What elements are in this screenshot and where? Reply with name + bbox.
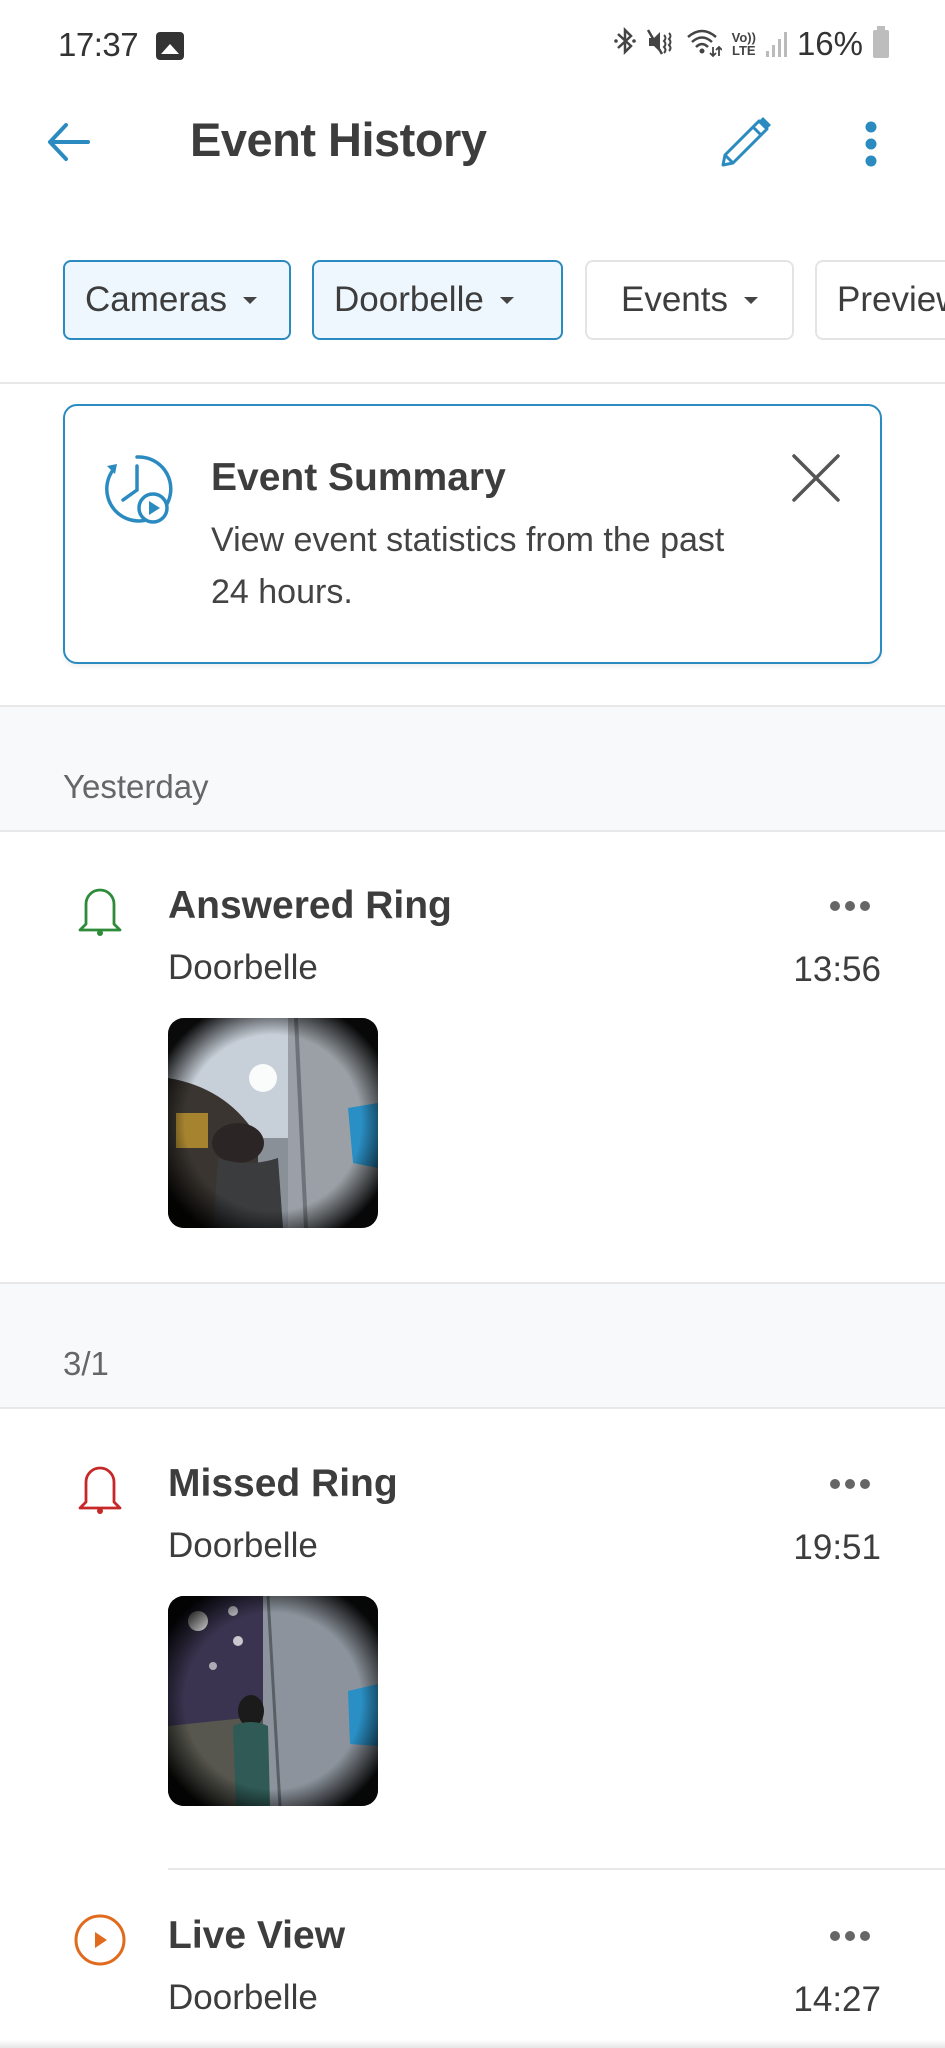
event-more-button[interactable]	[818, 1464, 882, 1504]
app-header: Event History	[0, 92, 945, 192]
thumbnail-image	[168, 1596, 378, 1806]
back-button[interactable]	[40, 116, 96, 168]
event-item[interactable]: Missed Ring Doorbelle 19:51	[0, 1458, 945, 1858]
image-notification-icon	[156, 32, 184, 60]
arrow-left-icon	[48, 123, 90, 161]
event-thumbnail[interactable]	[168, 1596, 378, 1806]
caret-down-icon	[242, 296, 257, 304]
play-circle-icon	[74, 1914, 126, 1966]
summary-title: Event Summary	[211, 456, 506, 499]
filter-bar: Cameras Doorbelle Events Preview	[0, 260, 945, 340]
event-time: 14:27	[793, 1980, 881, 2019]
event-device: Doorbelle	[168, 1978, 318, 2017]
event-thumbnail[interactable]	[168, 1018, 378, 1228]
status-icons: Vo)) LTE 16%	[613, 24, 889, 64]
filter-preview[interactable]: Preview	[815, 260, 945, 340]
status-bar: 17:37 Vo)) LTE 16%	[0, 0, 945, 92]
caret-down-icon	[499, 296, 514, 304]
status-time: 17:37	[58, 26, 139, 63]
more-vertical-icon	[865, 121, 877, 167]
thumbnail-image	[168, 1018, 378, 1228]
bluetooth-icon	[613, 26, 636, 63]
pencil-icon	[721, 117, 771, 167]
more-options-button[interactable]	[846, 112, 896, 176]
bell-icon	[78, 888, 122, 936]
volte-icon: Vo)) LTE	[731, 30, 756, 58]
event-device: Doorbelle	[168, 1526, 318, 1565]
summary-description: View event statistics from the past 24 h…	[211, 521, 725, 611]
event-item[interactable]: Live View Doorbelle 14:27	[0, 1910, 945, 2048]
event-time: 19:51	[793, 1528, 881, 1567]
event-type: Live View	[168, 1914, 346, 1957]
divider	[0, 382, 945, 384]
event-more-button[interactable]	[818, 886, 882, 926]
divider	[168, 1868, 945, 1870]
date-header: 3/1	[0, 1284, 945, 1409]
page-title: Event History	[190, 113, 487, 166]
event-more-button[interactable]	[818, 1916, 882, 1956]
caret-down-icon	[744, 296, 758, 304]
bell-icon	[78, 1466, 122, 1514]
bottom-edge	[0, 2040, 945, 2048]
event-device: Doorbelle	[168, 948, 318, 987]
event-type: Missed Ring	[168, 1462, 398, 1505]
event-time: 13:56	[793, 950, 881, 989]
history-play-icon	[105, 455, 173, 524]
mute-vibrate-icon	[646, 27, 676, 62]
signal-icon	[765, 31, 787, 57]
battery-icon	[873, 26, 889, 58]
date-header: Yesterday	[0, 707, 945, 832]
wifi-icon	[686, 27, 723, 62]
battery-percent: 16%	[796, 25, 863, 62]
filter-events[interactable]: Events	[585, 260, 794, 340]
event-type: Answered Ring	[168, 884, 452, 927]
event-summary-card[interactable]: Event Summary View event statistics from…	[63, 404, 882, 664]
filter-device[interactable]: Doorbelle	[312, 260, 563, 340]
filter-cameras[interactable]: Cameras	[63, 260, 291, 340]
event-item[interactable]: Answered Ring Doorbelle 13:56	[0, 880, 945, 1280]
close-icon[interactable]	[788, 450, 844, 506]
edit-button[interactable]	[712, 112, 776, 176]
